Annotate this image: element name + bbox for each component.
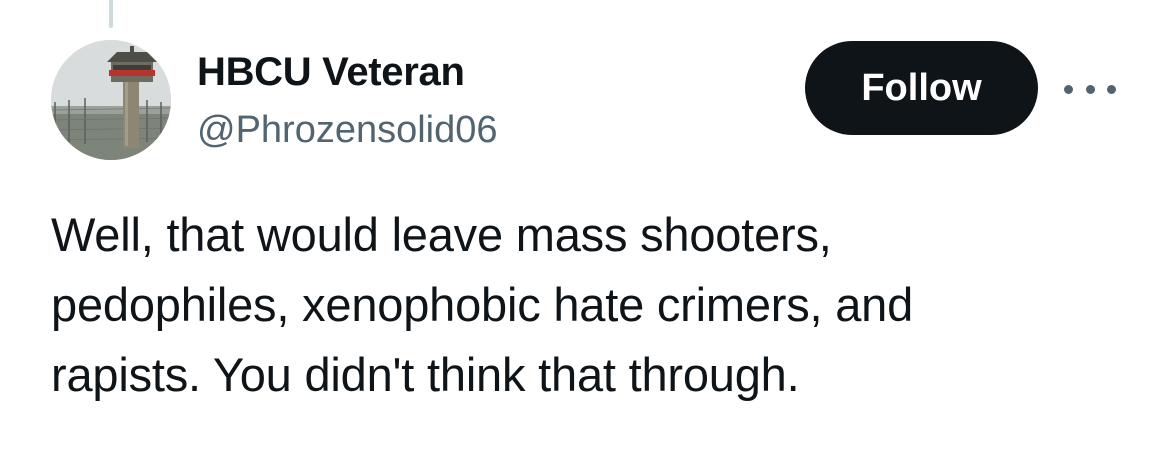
author-display-name[interactable]: HBCU Veteran	[197, 48, 465, 96]
tweet-text: Well, that would leave mass shooters, pe…	[51, 200, 1131, 410]
tweet-text-line: Well, that would leave mass shooters,	[51, 208, 832, 261]
tweet-text-line: pedophiles, xenophobic hate crimers, and	[51, 278, 914, 331]
more-options-icon[interactable]	[1064, 76, 1116, 102]
more-dot	[1107, 84, 1116, 94]
more-dot	[1064, 84, 1073, 94]
more-dot	[1085, 84, 1095, 94]
thread-connector-line	[109, 0, 113, 28]
author-handle[interactable]: @Phrozensolid06	[197, 107, 498, 153]
avatar[interactable]	[51, 40, 171, 160]
tweet-text-line: rapists. You didn't think that through.	[51, 348, 800, 401]
guard-tower-avatar-icon	[51, 40, 171, 160]
follow-button[interactable]: Follow	[805, 41, 1038, 135]
